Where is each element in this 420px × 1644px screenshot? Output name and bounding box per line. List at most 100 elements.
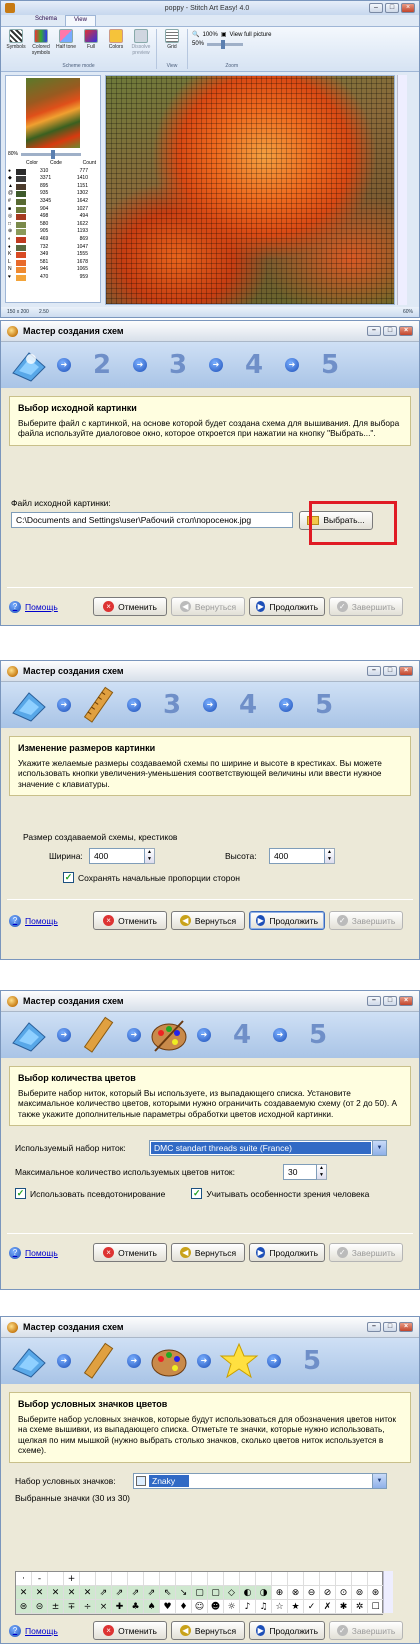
symbol-cell[interactable]: ⊛: [368, 1586, 384, 1600]
symbol-cell[interactable]: ⊚: [352, 1586, 368, 1600]
close-button[interactable]: ×: [399, 326, 413, 336]
half-tone-button[interactable]: Half tone: [55, 29, 77, 63]
symbol-cell[interactable]: ✗: [320, 1600, 336, 1614]
next-button[interactable]: ▶ Продолжить: [249, 1621, 325, 1640]
chevron-down-icon[interactable]: ▼: [372, 1473, 386, 1488]
max-colors-field[interactable]: 30: [283, 1164, 317, 1180]
symbol-cell[interactable]: ⇗: [144, 1586, 160, 1600]
human-vision-checkbox[interactable]: ✓ Учитывать особенности зрения человека: [191, 1188, 369, 1199]
keep-ratio-checkbox[interactable]: ✓ Сохранять начальные пропорции сторон: [63, 872, 409, 883]
zoom-100-button[interactable]: 100%: [202, 32, 217, 38]
symbol-grid-scrollbar[interactable]: [383, 1571, 393, 1613]
width-field[interactable]: 400: [89, 848, 145, 864]
height-field[interactable]: 400: [269, 848, 325, 864]
symbol-cell[interactable]: ✓: [304, 1600, 320, 1614]
symbol-cell[interactable]: ✲: [352, 1600, 368, 1614]
symbol-cell[interactable]: ·: [16, 1572, 32, 1586]
symbol-cell[interactable]: [368, 1572, 384, 1586]
close-button[interactable]: ×: [401, 3, 415, 13]
canvas-vertical-scrollbar[interactable]: [397, 75, 407, 305]
symbol-cell[interactable]: [352, 1572, 368, 1586]
symbol-cell[interactable]: ↘: [176, 1586, 192, 1600]
symbol-cell[interactable]: ⊜: [16, 1600, 32, 1614]
symbol-cell[interactable]: ◇: [224, 1586, 240, 1600]
symbol-cell[interactable]: ✕: [80, 1586, 96, 1600]
symbol-cell[interactable]: ∓: [64, 1600, 80, 1614]
minimize-button[interactable]: –: [367, 326, 381, 336]
symbol-cell[interactable]: ☼: [224, 1600, 240, 1614]
symbol-cell[interactable]: ♣: [128, 1600, 144, 1614]
thumbnail-zoom-slider[interactable]: [21, 149, 82, 159]
color-table-row[interactable]: ♦ 732 1047: [8, 244, 100, 252]
color-table-row[interactable]: K 349 1555: [8, 251, 100, 259]
symbol-cell[interactable]: ⊘: [320, 1586, 336, 1600]
symbol-cell[interactable]: [192, 1572, 208, 1586]
symbol-cell[interactable]: ◑: [256, 1586, 272, 1600]
symbol-cell[interactable]: [208, 1572, 224, 1586]
color-table-row[interactable]: ⊕ 905 1193: [8, 228, 100, 236]
color-table-row[interactable]: ◆ 3371 1410: [8, 175, 100, 183]
symbol-cell[interactable]: ⊖: [304, 1586, 320, 1600]
spin-arrows-icon[interactable]: ▲ ▼: [317, 1164, 327, 1180]
spin-arrows-icon[interactable]: ▲ ▼: [145, 848, 155, 864]
cancel-button[interactable]: × Отменить: [93, 911, 167, 930]
symbol-cell[interactable]: [176, 1572, 192, 1586]
help-link[interactable]: ? Помощь: [9, 1246, 89, 1259]
back-button[interactable]: ◀ Вернуться: [171, 911, 245, 930]
symbol-cell[interactable]: [256, 1572, 272, 1586]
symbol-cell[interactable]: ▢: [208, 1586, 224, 1600]
help-link[interactable]: ? Помощь: [9, 914, 89, 927]
symbol-cell[interactable]: ♫: [256, 1600, 272, 1614]
color-table-row[interactable]: ◎ 498 494: [8, 213, 100, 221]
symbol-cell[interactable]: ±: [48, 1600, 64, 1614]
grid-button[interactable]: Grid: [161, 29, 183, 63]
tab-schema[interactable]: Schema: [27, 15, 65, 26]
dissolve-preview-button[interactable]: Dissolve preview: [130, 29, 152, 63]
symbol-cell[interactable]: ♠: [144, 1600, 160, 1614]
minimize-button[interactable]: –: [367, 666, 381, 676]
symbol-cell[interactable]: [272, 1572, 288, 1586]
next-button[interactable]: ▶ Продолжить: [249, 911, 325, 930]
pseudotone-checkbox[interactable]: ✓ Использовать псевдотонирование: [15, 1188, 165, 1199]
symbol-cell[interactable]: [160, 1572, 176, 1586]
minimize-button[interactable]: –: [367, 996, 381, 1006]
view-full-picture-button[interactable]: View full picture: [230, 32, 272, 38]
symbol-cell[interactable]: [336, 1572, 352, 1586]
symbol-cell[interactable]: [80, 1572, 96, 1586]
symbol-cell[interactable]: [144, 1572, 160, 1586]
max-colors-stepper[interactable]: 30 ▲ ▼: [283, 1164, 327, 1180]
cancel-button[interactable]: × Отменить: [93, 597, 167, 616]
symbol-cell[interactable]: ⇗: [128, 1586, 144, 1600]
maximize-button[interactable]: □: [385, 3, 399, 13]
colors-button[interactable]: Colors: [105, 29, 127, 63]
symbol-cell[interactable]: ✱: [336, 1600, 352, 1614]
symbol-cell[interactable]: ☆: [272, 1600, 288, 1614]
symbol-cell[interactable]: ✕: [48, 1586, 64, 1600]
finish-button[interactable]: ✓ Завершить: [329, 1243, 403, 1262]
symbol-cell[interactable]: [128, 1572, 144, 1586]
symbols-button[interactable]: Symbols: [5, 29, 27, 63]
symbol-cell[interactable]: [112, 1572, 128, 1586]
close-button[interactable]: ×: [399, 996, 413, 1006]
symbol-cell[interactable]: ⇗: [96, 1586, 112, 1600]
symbol-cell[interactable]: [96, 1572, 112, 1586]
maximize-button[interactable]: □: [383, 666, 397, 676]
colored-symbols-button[interactable]: Colored symbols: [30, 29, 52, 63]
next-button[interactable]: ▶ Продолжить: [249, 597, 325, 616]
cancel-button[interactable]: × Отменить: [93, 1243, 167, 1262]
symbol-cell[interactable]: ♪: [240, 1600, 256, 1614]
symbol-cell[interactable]: ⇖: [160, 1586, 176, 1600]
symbol-cell[interactable]: [320, 1572, 336, 1586]
chevron-down-icon[interactable]: ▼: [372, 1141, 386, 1155]
symbol-cell[interactable]: ★: [288, 1600, 304, 1614]
width-stepper[interactable]: 400 ▲ ▼: [89, 848, 155, 864]
color-table-row[interactable]: @935 1302: [8, 190, 100, 198]
symbol-cell[interactable]: [304, 1572, 320, 1586]
color-table-row[interactable]: □ 580 1622: [8, 221, 100, 229]
next-button[interactable]: ▶ Продолжить: [249, 1243, 325, 1262]
minimize-button[interactable]: –: [367, 1322, 381, 1332]
symbol-cell[interactable]: [240, 1572, 256, 1586]
color-table-row[interactable]: ♥ 470 959: [8, 274, 100, 282]
symbol-cell[interactable]: ♦: [176, 1600, 192, 1614]
symbol-cell[interactable]: ✚: [112, 1600, 128, 1614]
